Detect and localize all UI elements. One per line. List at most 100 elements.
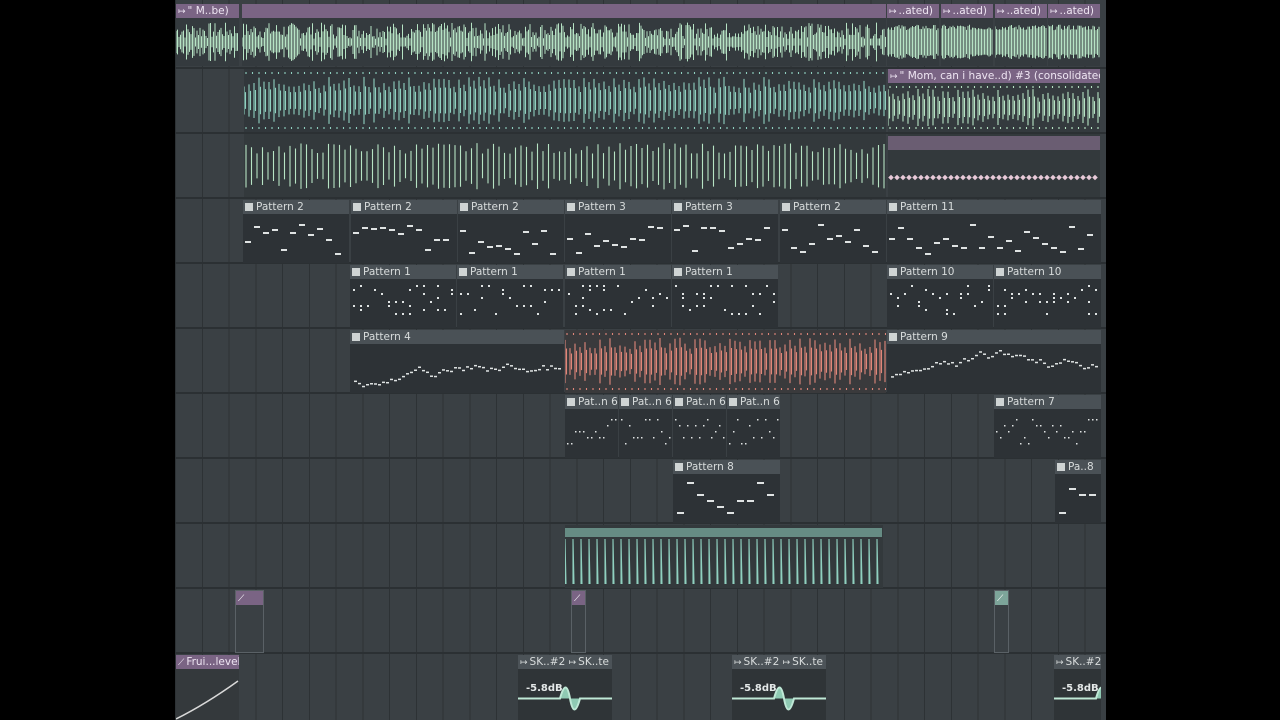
- note: [682, 293, 684, 295]
- note: [554, 367, 557, 370]
- note: [872, 251, 878, 253]
- note: [975, 354, 978, 357]
- note: [767, 494, 774, 496]
- clip-header: ⟋: [572, 591, 585, 605]
- note: [1048, 437, 1050, 439]
- note: [523, 231, 529, 233]
- note: [752, 305, 754, 307]
- note: [1088, 313, 1090, 315]
- note: [711, 437, 713, 439]
- audio-waveform: [565, 525, 883, 588]
- pattern-clip[interactable]: Pat..n 6: [565, 395, 618, 458]
- audio-clip[interactable]: [244, 69, 886, 132]
- audio-clip[interactable]: ↦ ..ated): [941, 4, 993, 66]
- audio-clip[interactable]: ↦ ..ated): [995, 4, 1047, 66]
- pattern-notes: [780, 214, 886, 263]
- note: [530, 285, 532, 287]
- note: [299, 224, 305, 226]
- pattern-clip[interactable]: Pattern 1: [565, 265, 671, 328]
- note: [746, 238, 752, 240]
- automation-clip[interactable]: ⟋: [571, 590, 586, 653]
- waveform-path: [245, 143, 885, 190]
- pattern-clip[interactable]: Pattern 2: [243, 200, 349, 263]
- pattern-clip[interactable]: Pattern 3: [672, 200, 778, 263]
- automation-clip[interactable]: ⟋: [235, 590, 264, 653]
- note: [516, 305, 518, 307]
- clip-header: ⟋: [995, 591, 1008, 605]
- note: [444, 309, 446, 311]
- note: [1079, 364, 1082, 367]
- note: [1040, 425, 1042, 427]
- note: [1071, 361, 1074, 363]
- audio-clip[interactable]: ↦ " Mom, can i have..d) #3 (consolidated): [888, 69, 1100, 132]
- clip-header: ↦ SK..#2 ↦ SK..te: [518, 655, 612, 669]
- mixer-clip[interactable]: ↦ SK..#2 ↦ SK..te -5.8dB: [518, 655, 612, 720]
- pattern-clip[interactable]: Pattern 1: [457, 265, 563, 328]
- clip-header: Pattern 2: [243, 200, 349, 214]
- pattern-clip[interactable]: Pat..n 6: [673, 395, 726, 458]
- clip-label: SK..#2: [1065, 656, 1101, 668]
- audio-clip[interactable]: ↦ ..ated): [887, 4, 939, 66]
- note: [615, 419, 617, 421]
- automation-clip[interactable]: ⟋: [994, 590, 1009, 653]
- note: [1060, 425, 1062, 427]
- pattern-clip[interactable]: Pattern 2: [780, 200, 886, 263]
- note: [1081, 289, 1083, 291]
- pattern-icon: [889, 333, 897, 341]
- audio-clip-icon: ↦: [1056, 658, 1064, 668]
- note: [777, 419, 779, 421]
- pattern-clip[interactable]: Pattern 1: [672, 265, 778, 328]
- pattern-clip[interactable]: Pattern 3: [565, 200, 671, 263]
- note: [487, 246, 493, 248]
- note: [818, 224, 824, 226]
- pattern-clip[interactable]: Pattern 10: [994, 265, 1101, 328]
- pattern-clip[interactable]: Pat..n 6: [619, 395, 672, 458]
- note: [645, 419, 647, 421]
- pattern-notes: [672, 279, 778, 328]
- note: [587, 437, 589, 439]
- note: [715, 431, 717, 433]
- note: [809, 243, 815, 245]
- note: [996, 431, 998, 433]
- audio-clip[interactable]: [888, 134, 1100, 197]
- note: [380, 227, 386, 229]
- note: [281, 249, 287, 251]
- note: [729, 443, 731, 445]
- note: [638, 297, 640, 299]
- note: [494, 368, 497, 371]
- pattern-clip[interactable]: Pat..n 6: [727, 395, 780, 458]
- audio-clip[interactable]: [565, 525, 883, 588]
- audio-waveform: [565, 330, 886, 393]
- pattern-clip[interactable]: Pattern 1: [350, 265, 456, 328]
- audio-clip[interactable]: ↦ " M..be): [176, 4, 239, 66]
- pattern-clip[interactable]: Pattern 7: [994, 395, 1101, 458]
- note: [1003, 353, 1006, 356]
- note: [630, 238, 636, 240]
- pattern-clip[interactable]: Pattern 11: [887, 200, 1101, 263]
- mixer-clip[interactable]: ↦ SK..#2 -5.8dB: [1054, 655, 1101, 720]
- audio-clip[interactable]: ↦ ..ated): [1048, 4, 1100, 66]
- note: [451, 289, 453, 291]
- pattern-clip[interactable]: Pattern 9: [887, 330, 1101, 393]
- pattern-clip[interactable]: Pattern 10: [887, 265, 993, 328]
- audio-clip[interactable]: [242, 4, 886, 66]
- mixer-clip[interactable]: ↦ SK..#2 ↦ SK..te -5.8dB: [732, 655, 826, 720]
- note: [731, 285, 733, 287]
- note: [326, 239, 332, 241]
- playlist-canvas[interactable]: ↦ " M..be) ↦ ..ated) ↦ ..ated) ↦ ..ated) ↦..…: [175, 0, 1106, 720]
- note: [353, 232, 359, 234]
- audio-clip[interactable]: [244, 134, 886, 197]
- note: [1089, 494, 1096, 496]
- note: [1023, 355, 1026, 357]
- pattern-clip[interactable]: Pattern 2: [458, 200, 564, 263]
- pattern-clip[interactable]: Pattern 4: [350, 330, 564, 393]
- pattern-clip[interactable]: Pa..8: [1055, 460, 1101, 523]
- automation-clip[interactable]: ⟋ Frui...level: [176, 655, 239, 720]
- audio-clip[interactable]: [565, 330, 886, 393]
- note: [502, 293, 504, 295]
- pattern-clip[interactable]: Pattern 2: [351, 200, 457, 263]
- waveform-path: [941, 24, 993, 60]
- note: [1076, 443, 1078, 445]
- pattern-clip[interactable]: Pattern 8: [673, 460, 780, 523]
- note: [749, 425, 751, 427]
